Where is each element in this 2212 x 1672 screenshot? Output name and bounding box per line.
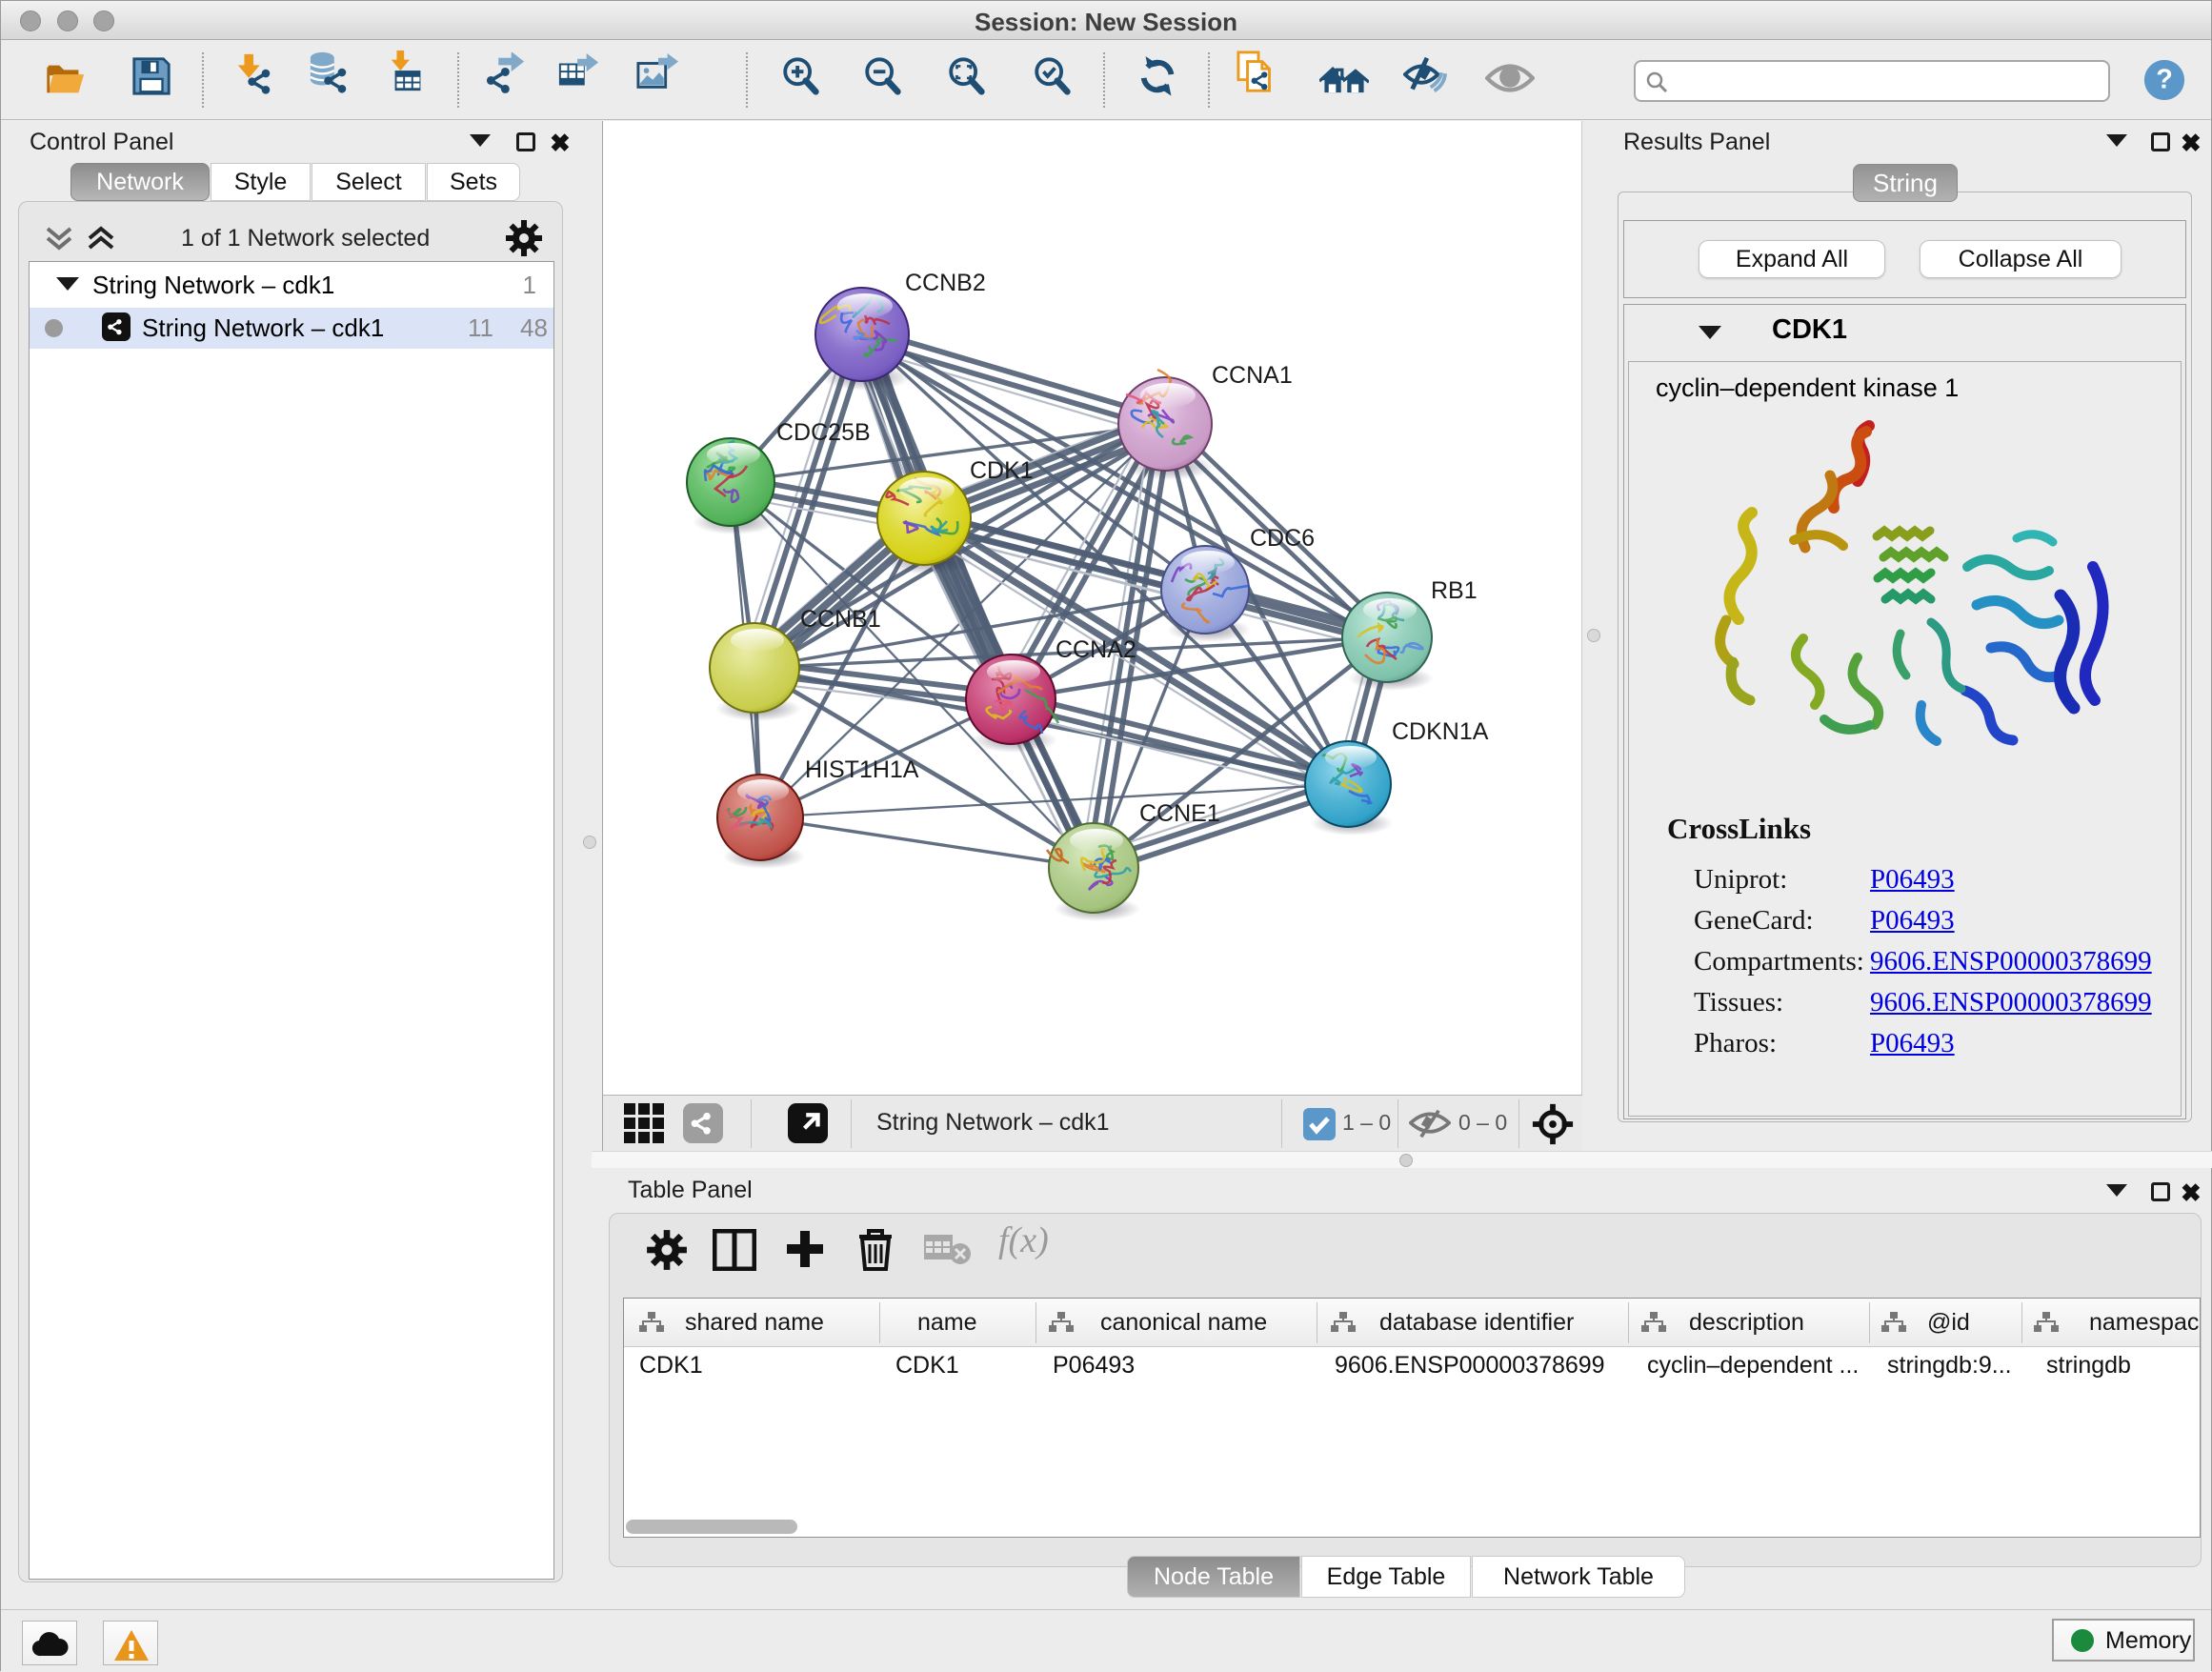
svg-text:CDC6: CDC6 (1250, 525, 1315, 552)
svg-text:HIST1H1A: HIST1H1A (805, 756, 919, 783)
svg-text:CCNE1: CCNE1 (1139, 800, 1220, 827)
svg-text:CDC25B: CDC25B (776, 419, 871, 446)
svg-text:RB1: RB1 (1431, 577, 1478, 604)
svg-text:CDK1: CDK1 (970, 457, 1034, 484)
svg-text:CDKN1A: CDKN1A (1392, 718, 1489, 745)
svg-text:CCNB2: CCNB2 (905, 270, 986, 296)
svg-text:CCNA1: CCNA1 (1212, 362, 1293, 389)
svg-text:?: ? (2156, 65, 2173, 95)
svg-text:CCNA2: CCNA2 (1056, 636, 1136, 663)
svg-text:CCNB1: CCNB1 (800, 606, 881, 633)
